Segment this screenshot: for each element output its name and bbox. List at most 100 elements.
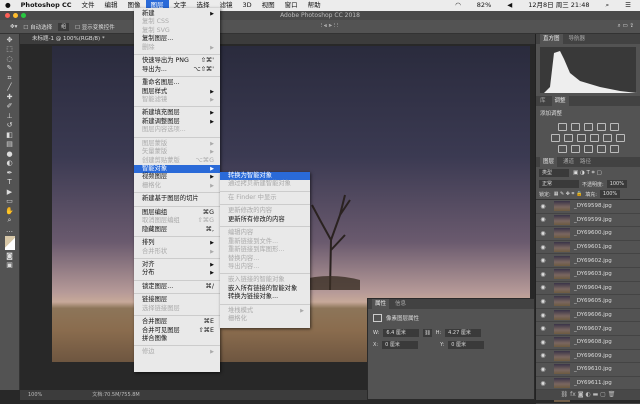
eraser-tool-icon[interactable]: ◧ — [5, 131, 15, 139]
app-menu[interactable]: Photoshop CC — [16, 0, 77, 11]
layer-row[interactable]: ◉ _DY69602.jpg — [536, 254, 640, 268]
tab-properties[interactable]: 属性 — [372, 299, 390, 309]
eye-icon[interactable]: ◉ — [536, 271, 550, 278]
eye-icon[interactable]: ◉ — [536, 230, 550, 237]
layer-row[interactable]: ◉ _DY69600.jpg — [536, 227, 640, 241]
tab-library[interactable]: 库 — [540, 96, 546, 106]
show-transform-checkbox[interactable]: ☐ 显示变换控件 — [75, 23, 115, 31]
layer-row[interactable]: ◉ _DY69603.jpg — [536, 268, 640, 282]
dodge-tool-icon[interactable]: ◐ — [5, 160, 15, 167]
path-select-icon[interactable]: ▶ — [5, 188, 15, 196]
tab-histogram[interactable]: 直方图 — [540, 34, 563, 44]
menu-item[interactable]: 新建调整图层 ▶ — [134, 118, 220, 126]
screen-mode-icon[interactable]: ▣ — [5, 262, 15, 269]
close-button[interactable] — [5, 13, 10, 18]
menu-item[interactable]: 替换内容... — [220, 255, 310, 263]
marquee-tool-icon[interactable]: ⬚ — [5, 46, 15, 53]
menu-item[interactable]: 隐藏图层 ⌘, — [134, 226, 220, 234]
menu-item[interactable]: 排列 ▶ — [134, 239, 220, 247]
eyedropper-tool-icon[interactable]: ╱ — [5, 84, 15, 91]
menu-item[interactable]: 编辑内容 — [220, 229, 310, 237]
width-input[interactable]: 6.4 厘米 — [383, 329, 420, 337]
list-icon[interactable]: ☰ — [620, 0, 636, 11]
menu-item[interactable]: 合并可见图层 ⇧⌘E — [134, 327, 220, 335]
menu-item[interactable]: 锁定图层... ⌘/ — [134, 283, 220, 291]
menu-item[interactable]: 复制图层... — [134, 35, 220, 43]
quick-mask-icon[interactable]: ◙ — [5, 252, 15, 260]
history-brush-icon[interactable]: ↺ — [5, 122, 15, 129]
menu-item[interactable]: 链接图层 — [134, 296, 220, 304]
opacity-input[interactable]: 100% — [606, 180, 627, 188]
menu-item[interactable]: 重新链接到文件... — [220, 238, 310, 246]
tab-adjustments[interactable]: 调整 — [551, 96, 569, 106]
menu-item[interactable]: 删除 ▶ — [134, 44, 220, 52]
doc-info[interactable]: 文档:70.5M/755.8M — [92, 390, 139, 400]
menu-item[interactable]: 图层内容选项... — [134, 126, 220, 134]
menu-item[interactable]: 嵌入所有链接的智能对象 — [220, 285, 310, 293]
tab-layers[interactable]: 图层 — [540, 157, 558, 167]
eye-icon[interactable]: ◉ — [536, 216, 550, 223]
eye-icon[interactable]: ◉ — [536, 284, 550, 291]
levels-icon[interactable] — [570, 123, 580, 131]
channel-mixer-icon[interactable] — [603, 134, 612, 142]
menu-window[interactable]: 窗口 — [280, 0, 303, 11]
menu-item[interactable]: 栅格化 ▶ — [134, 182, 220, 190]
blend-mode-select[interactable]: 正常 — [539, 180, 579, 188]
menu-3d[interactable]: 3D — [238, 0, 257, 11]
apple-icon[interactable]: ● — [0, 0, 16, 11]
minimize-button[interactable] — [13, 13, 18, 18]
selective-color-icon[interactable] — [609, 145, 619, 153]
search-icon[interactable]: ⌕ — [601, 0, 615, 11]
color-swatches[interactable] — [4, 236, 15, 250]
y-input[interactable]: 0 厘米 — [448, 341, 485, 349]
search-icon[interactable]: ⌕ ▭ ⇪ — [618, 23, 634, 30]
crop-tool-icon[interactable]: ⌗ — [5, 74, 15, 82]
lock-icons[interactable]: ▦ ✎ ✥ ⌗ 🔒 — [554, 191, 583, 197]
clock[interactable]: 12月8日 周三 21:48 — [523, 0, 594, 11]
eye-icon[interactable]: ◉ — [536, 325, 550, 332]
menu-item[interactable]: 导出为... ⌥⇧⌘' — [134, 66, 220, 74]
more-tools-icon[interactable]: … — [5, 226, 15, 234]
menu-item[interactable]: 导出内容... — [220, 263, 310, 271]
stamp-tool-icon[interactable]: ⊥ — [5, 112, 15, 120]
menu-item[interactable]: 合并图层 ⌘E — [134, 318, 220, 326]
menu-item[interactable]: 矢量蒙版 ▶ — [134, 148, 220, 156]
menu-item[interactable]: 转换为链接对象... — [220, 293, 310, 301]
eye-icon[interactable]: ◉ — [536, 312, 550, 319]
link-icon[interactable]: ⛓ — [423, 329, 432, 337]
healing-tool-icon[interactable]: ✚ — [5, 93, 15, 101]
layers-footer-icons[interactable]: ⛓ fx ◙ ◐ ▬ ▢ 🗑 — [536, 390, 640, 400]
menu-item[interactable]: 新建填充图层 ▶ — [134, 109, 220, 117]
x-input[interactable]: 0 厘米 — [382, 341, 419, 349]
menu-item[interactable]: 取消图层编组 ⇧⌘G — [134, 217, 220, 225]
lasso-tool-icon[interactable]: ◌ — [5, 55, 15, 63]
eye-icon[interactable]: ◉ — [536, 339, 550, 346]
menu-item[interactable]: 通过拷贝新建智能对象 — [220, 180, 310, 188]
menu-item[interactable]: 图层编组 ⌘G — [134, 209, 220, 217]
menu-item[interactable]: 图层样式 ▶ — [134, 88, 220, 96]
eye-icon[interactable]: ◉ — [536, 366, 550, 373]
menu-edit[interactable]: 编辑 — [100, 0, 123, 11]
menu-item[interactable]: 重命名图层... — [134, 79, 220, 87]
layer-row[interactable]: ◉ _DY69604.jpg — [536, 282, 640, 296]
wifi-icon[interactable]: ◠ — [450, 0, 466, 11]
move-tool-icon[interactable]: ✥▾ — [10, 24, 17, 30]
menu-item[interactable]: 拼合图像 — [134, 335, 220, 343]
height-input[interactable]: 4.27 厘米 — [445, 329, 482, 337]
eye-icon[interactable]: ◉ — [536, 203, 550, 210]
menu-item[interactable]: 图层蒙版 ▶ — [134, 140, 220, 148]
color-balance-icon[interactable] — [564, 134, 573, 142]
gradient-tool-icon[interactable]: ▤ — [5, 141, 15, 148]
menu-item[interactable]: 合并形状 ▶ — [134, 248, 220, 256]
battery-level[interactable]: 82% — [472, 0, 496, 11]
menu-item[interactable]: 在 Finder 中显示 — [220, 194, 310, 202]
eye-icon[interactable]: ◉ — [536, 257, 550, 264]
zoom-tool-icon[interactable]: ⌕ — [5, 217, 15, 224]
layer-row[interactable]: ◉ _DY69601.jpg — [536, 241, 640, 255]
menu-item[interactable]: 新建基于图层的切片 — [134, 195, 220, 203]
layer-row[interactable]: ◉ _DY69608.jpg — [536, 336, 640, 350]
blur-tool-icon[interactable]: ● — [5, 150, 15, 158]
menu-item[interactable]: 重新链接到库图形... — [220, 246, 310, 254]
align-icons[interactable]: ⫶ ⫷ ⫸ ⫶ ⫶ — [321, 23, 338, 30]
layer-row[interactable]: ◉ _DY69611.jpg — [536, 377, 640, 391]
